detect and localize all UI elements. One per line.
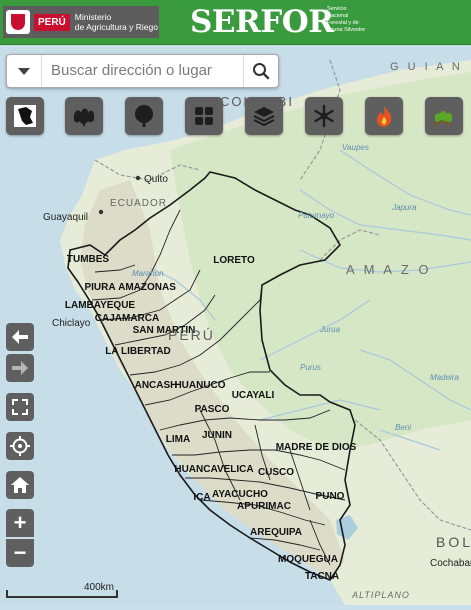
scale-tick-start: [6, 590, 8, 598]
river-label-putumayo: Putumayo: [298, 211, 335, 220]
forward-button[interactable]: [6, 354, 34, 382]
back-button[interactable]: [6, 323, 34, 351]
forest-cover-icon: [73, 108, 95, 126]
region-label-cusco: CUSCO: [258, 467, 294, 478]
search-source-dropdown[interactable]: [7, 55, 42, 87]
serfor-subtitle: Servicio Nacional Forestal y de Fauna Si…: [327, 6, 366, 33]
region-label-pasco: PASCO: [195, 404, 230, 415]
peru-shield-icon: [6, 10, 30, 34]
fullscreen-icon: [12, 399, 28, 415]
scale-bar: 400km: [6, 582, 118, 598]
zoom-out-button[interactable]: −: [6, 539, 34, 567]
site-header: PERÚ Ministerio de Agricultura y Riego S…: [0, 0, 471, 45]
country-label-peru: PERÚ: [168, 327, 215, 343]
layer-button-fields[interactable]: [185, 97, 223, 135]
region-label-tumbes: TUMBES: [67, 254, 110, 265]
region-label-ucayali: UCAYALI: [232, 390, 275, 401]
region-label-tacna: TACNA: [305, 571, 339, 582]
place-label-guayaquil: Guayaquil: [43, 212, 88, 223]
place-label-quito: Quito: [144, 174, 168, 185]
region-label-piura: PIURA: [84, 282, 115, 293]
fields-icon: [195, 107, 213, 125]
scale-label: 400km: [84, 582, 115, 593]
layer-button-fire[interactable]: [365, 97, 403, 135]
ministry-line2: de Agricultura y Riego: [74, 22, 158, 32]
country-tag: PERÚ: [34, 13, 70, 31]
region-label-huanuco: HUANUCO: [174, 380, 225, 391]
country-label-guyana: G U I A N: [390, 61, 463, 73]
layer-button-climate[interactable]: [305, 97, 343, 135]
scale-line: [6, 596, 118, 598]
region-label-lambayeque: LAMBAYEQUE: [65, 300, 136, 311]
country-label-ecuador: ECUADOR: [110, 198, 167, 209]
layer-button-layers[interactable]: [245, 97, 283, 135]
country-label-bolivia: BOL: [436, 534, 471, 550]
search-icon: [253, 63, 270, 80]
home-button[interactable]: [6, 471, 34, 499]
region-label-ica: ICA: [193, 492, 210, 503]
chevron-down-icon: [18, 67, 30, 75]
region-label-cajamarca: CAJAMARCA: [95, 313, 159, 324]
fire-icon: [377, 106, 392, 127]
river-label-purus: Purus: [300, 363, 321, 372]
layer-button-peru-map[interactable]: [6, 97, 44, 135]
arrow-right-icon: [12, 361, 28, 375]
region-label-puno: PUNO: [316, 491, 345, 502]
layer-button-trees[interactable]: [125, 97, 163, 135]
zoom-in-button[interactable]: +: [6, 509, 34, 537]
place-label-cochabamba: Cochabamb: [430, 558, 471, 569]
plus-icon: +: [13, 510, 27, 535]
region-label-moquegua: MOQUEGUA: [278, 554, 338, 565]
river-label-maranon: Maranon: [132, 269, 164, 278]
river-label-madeira: Madeira: [430, 373, 459, 382]
fullscreen-button[interactable]: [6, 393, 34, 421]
area-label-altiplano: ALTIPLANO: [351, 590, 410, 600]
region-label-la-libertad: LA LIBERTAD: [105, 346, 171, 357]
river-label-beni: Beni: [395, 423, 411, 432]
tree-icon: [135, 105, 153, 127]
place-label-chiclayo: Chiclayo: [52, 318, 91, 329]
guayaquil-marker: [98, 209, 104, 215]
layer-button-forest-cover[interactable]: [65, 97, 103, 135]
region-label-junin: JUNIN: [202, 430, 232, 441]
locate-button[interactable]: [6, 432, 34, 460]
home-icon: [11, 477, 29, 493]
river-label-vaupes: Vaupes: [342, 143, 369, 152]
peru-map-icon: [14, 105, 36, 127]
area-label-amazonas: A M A Z O: [346, 262, 432, 277]
ministry-name: Ministerio de Agricultura y Riego: [75, 12, 158, 32]
region-label-amazonas: AMAZONAS: [118, 282, 176, 293]
quito-marker: [135, 175, 141, 181]
region-label-huancavelica: HUANCAVELICA: [174, 464, 253, 475]
search-box: [6, 54, 279, 88]
government-logo[interactable]: PERÚ Ministerio de Agricultura y Riego: [3, 6, 159, 38]
minus-icon: −: [13, 540, 27, 565]
search-button[interactable]: [243, 55, 278, 87]
arrow-left-icon: [12, 330, 28, 344]
region-label-apurimac: APURIMAC: [237, 501, 291, 512]
river-label-japura: Japura: [391, 203, 417, 212]
ministry-line1: Ministerio: [74, 12, 112, 22]
region-label-ayacucho: AYACUCHO: [212, 489, 268, 500]
river-label-jurua: Jurua: [319, 325, 341, 334]
layers-icon: [253, 107, 275, 127]
scale-tick-end: [116, 590, 118, 598]
region-label-madre-de-dios: MADRE DE DIOS: [276, 442, 357, 453]
search-input[interactable]: [43, 55, 255, 85]
region-label-arequipa: AREQUIPA: [250, 527, 302, 538]
region-label-ancash: ANCASH: [135, 380, 178, 391]
serfor-logo[interactable]: SERFOR: [190, 4, 334, 40]
locate-icon: [10, 436, 30, 456]
region-label-lima: LIMA: [166, 434, 190, 445]
snowflake-icon: [314, 104, 334, 128]
layer-button-deforestation[interactable]: [425, 97, 463, 135]
region-label-loreto: LORETO: [213, 255, 255, 266]
deforestation-icon: [432, 111, 453, 126]
